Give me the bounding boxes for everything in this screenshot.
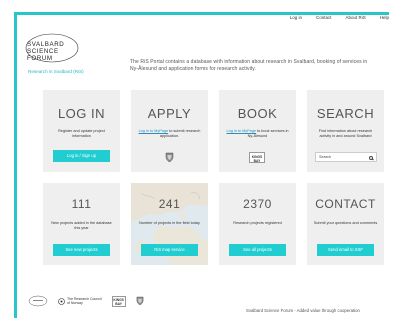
tile-search-desc: Find information about research activity… [318,129,373,139]
tile-book-desc: Log in to MyPage to book services in Ny-… [225,129,290,139]
badge-line-1: KINGS [251,154,263,159]
tile-search: SEARCH Find information about research a… [307,90,384,172]
new-projects-count: 111 [71,197,92,211]
see-all-projects-button[interactable]: See all projects [229,244,286,256]
ris-link[interactable]: Research in Svalbard (RiS) [28,69,84,74]
tile-apply-desc: Log in to MyPage to submit research appl… [137,129,202,139]
tile-registered: 2370 Research projects registered See al… [219,183,296,265]
search-input[interactable]: Search [315,152,377,162]
tile-book-title: BOOK [237,106,278,121]
badge-line-2: BAY [253,158,261,163]
map-projects-desc: Number of projects in the field today [139,221,200,225]
send-email-button[interactable]: Send email to SSF [317,244,374,256]
svalbard-science-forum-logo[interactable]: SVALBARD SCIENCE FORUM [24,30,94,66]
research-council-logo[interactable]: The Research Council of Norway [58,297,102,305]
logo-text: SVALBARD SCIENCE FORUM [27,41,64,62]
logo-line-1: SVALBARD [27,41,65,48]
tile-map: 241 Number of projects in the field toda… [131,183,208,265]
rcn-line-2: of Norway [67,301,83,305]
tile-contact: CONTACT Submit your questions and commen… [307,183,384,265]
tile-login-title: LOG IN [57,106,106,121]
login-signup-button[interactable]: Log in / Sign up [53,150,110,162]
tile-apply-title: APPLY [147,106,192,121]
tile-search-title: SEARCH [316,106,375,121]
kings-bay-footer-logo[interactable]: KINGS BAY [111,295,126,307]
tile-book: BOOK Log in to MyPage to book services i… [219,90,296,172]
tile-contact-desc: Submit your questions and comments [313,221,378,225]
search-placeholder: Search [319,155,332,159]
see-new-projects-button[interactable]: See new projects [53,244,110,256]
nav-login[interactable]: Log in [290,15,302,20]
shield-icon [165,152,174,163]
nav-help[interactable]: Help [380,15,389,20]
footer-logos: The Research Council of Norway KINGS BAY [28,295,144,307]
logo-line-2: SCIENCE [27,48,59,55]
kings-bay-badge: KINGS BAY [249,152,265,163]
apply-mypage-link[interactable]: Log in to MyPage [139,129,169,133]
intro-text: The RiS Portal contains a database with … [130,59,368,72]
map-projects-count: 241 [158,197,181,211]
registered-projects-desc: Research projects registered [233,221,282,225]
search-icon[interactable] [369,155,373,160]
ris-map-service-button[interactable]: RiS map service [141,244,198,256]
tile-login-desc: Register and update project information [58,129,105,139]
kb-footer-line-2: BAY [115,302,122,306]
shield-footer-icon[interactable] [136,296,144,306]
tile-contact-title: CONTACT [315,197,376,211]
nav-about[interactable]: About RiS [345,15,365,20]
top-nav: Log in Contact About RiS Help [290,15,389,20]
logo-line-3: FORUM [27,55,53,62]
tile-new-projects: 111 New projects added in the database t… [43,183,120,265]
new-projects-desc: New projects added in the database this … [51,221,112,231]
book-mypage-link[interactable]: Log in to MyPage [226,129,256,133]
footer-tagline: Svalbard Science Forum - Added value thr… [246,308,360,313]
rcn-icon [58,297,65,305]
ssf-footer-logo-icon[interactable] [28,295,48,307]
nav-contact[interactable]: Contact [316,15,332,20]
tile-login: LOG IN Register and update project infor… [43,90,120,172]
tile-apply: APPLY Log in to MyPage to submit researc… [131,90,208,172]
registered-projects-count: 2370 [243,197,272,211]
